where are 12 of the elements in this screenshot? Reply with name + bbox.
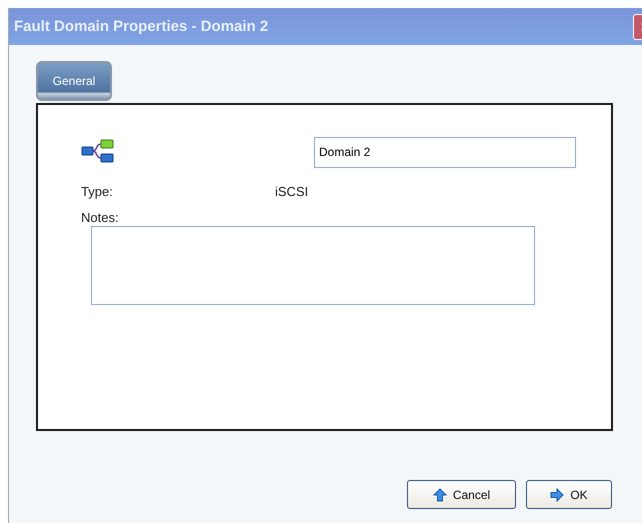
type-value: iSCSI: [275, 184, 308, 199]
notes-label: Notes:: [81, 210, 120, 225]
window-title: Fault Domain Properties - Domain 2: [14, 18, 268, 35]
type-label: Type:: [81, 184, 114, 199]
name-field[interactable]: Domain 2: [314, 136, 576, 168]
up-arrow-icon: [432, 488, 447, 502]
cancel-button[interactable]: Cancel: [407, 480, 516, 509]
tab[interactable]: General: [36, 61, 112, 101]
ok-button[interactable]: OK: [526, 480, 612, 509]
tree-icon: [81, 139, 115, 165]
notes-field[interactable]: [91, 226, 535, 305]
right-arrow-icon: [550, 488, 564, 502]
